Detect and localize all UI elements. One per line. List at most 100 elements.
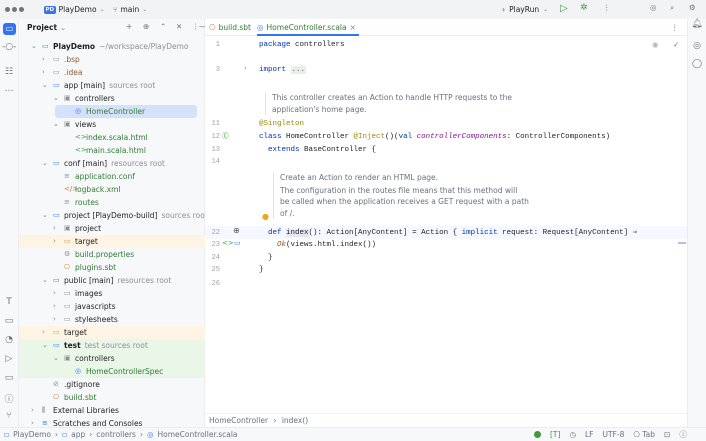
chevron-down-icon[interactable]: ⌄ xyxy=(42,157,48,170)
run-config-selector[interactable]: › PlayRun ⌄ xyxy=(502,4,548,15)
run-tool-icon[interactable]: ▷ xyxy=(2,354,16,364)
expand-all-icon[interactable]: ⌃ xyxy=(160,22,166,31)
git-icon[interactable]: ⑂ xyxy=(2,411,16,421)
ai-status-icon[interactable] xyxy=(534,431,541,438)
tree-item[interactable]: <> index.scala.html xyxy=(19,131,205,144)
chevron-down-icon[interactable]: ⌄ xyxy=(53,92,59,105)
template-gutter-icon[interactable]: <> xyxy=(222,239,234,247)
chevron-down-icon[interactable]: ⌄ xyxy=(42,209,48,222)
ai-assistant-icon[interactable]: ◎ xyxy=(650,3,657,12)
project-view-selector[interactable]: Project ⌄ xyxy=(27,23,66,32)
tree-item[interactable]: ⎔ plugins.sbt xyxy=(19,261,205,274)
tree-item[interactable]: ⊘ .gitignore xyxy=(19,378,205,391)
breadcrumb-class[interactable]: HomeController xyxy=(209,416,268,425)
tree-item[interactable]: › ▭ images xyxy=(19,287,205,300)
structure-icon[interactable]: ☷ xyxy=(2,67,16,77)
tree-item[interactable]: ⌄ ▭ conf [main] resources root xyxy=(19,157,205,170)
tree-item[interactable]: ⌄ ▭ app [main] sources root xyxy=(19,79,205,92)
nav-crumb[interactable]: HomeController.scala xyxy=(157,428,237,441)
line-separator[interactable]: LF xyxy=(585,428,594,441)
project-tool-icon[interactable]: ▭ xyxy=(3,23,16,35)
window-maximize-button[interactable] xyxy=(19,7,24,12)
lock-icon[interactable]: ⊡ xyxy=(664,428,670,441)
chevron-right-icon[interactable]: › xyxy=(31,404,34,417)
tree-item[interactable]: ⌄ ▣ views xyxy=(19,118,205,131)
branch-switcher[interactable]: ⑂ main ⌄ xyxy=(113,4,147,15)
tree-item[interactable]: ⌄ ▭ project [PlayDemo-build] sources root xyxy=(19,209,208,222)
tree-item[interactable]: › ▭ target xyxy=(19,235,205,248)
chevron-right-icon[interactable]: › xyxy=(53,235,56,248)
tree-item[interactable]: › ⫼ External Libraries xyxy=(19,404,205,417)
coverage-icon[interactable]: ◯ xyxy=(690,59,704,69)
tree-item[interactable]: <> main.scala.html xyxy=(19,144,205,157)
problems-icon[interactable]: ⓘ xyxy=(2,392,16,405)
chevron-down-icon[interactable]: ⌄ xyxy=(31,40,37,53)
implemented-gutter-icon[interactable]: Ⓒ xyxy=(222,131,229,141)
terminal-icon[interactable]: ▭ xyxy=(2,373,16,383)
profiler-icon[interactable]: ◔ xyxy=(2,335,16,345)
settings-icon[interactable]: ⚙ xyxy=(689,3,696,12)
chevron-down-icon[interactable]: ⌄ xyxy=(42,274,48,287)
more-tools-icon[interactable]: … xyxy=(2,84,16,94)
notifications-icon[interactable]: 🔔︎ xyxy=(690,19,704,29)
route-gutter-icon[interactable]: ▭ xyxy=(234,239,241,247)
encoding[interactable]: UTF-8 xyxy=(602,428,624,441)
window-close-button[interactable] xyxy=(5,7,10,12)
tree-item[interactable]: › ▭ .bsp xyxy=(19,53,205,66)
chevron-right-icon[interactable]: › xyxy=(42,53,45,66)
project-switcher[interactable]: PD PlayDemo ⌄ xyxy=(44,4,105,15)
inspection-icon[interactable]: ◷ xyxy=(569,428,576,441)
nav-crumb[interactable]: app xyxy=(71,428,85,441)
chevron-right-icon[interactable]: › xyxy=(42,326,45,339)
chevron-right-icon[interactable]: › xyxy=(53,313,56,326)
chevron-down-icon[interactable]: ⌄ xyxy=(53,118,59,131)
tree-item[interactable]: ◎ HomeControllerSpec xyxy=(19,365,205,378)
chevron-right-icon[interactable]: › xyxy=(53,287,56,300)
fold-chevron-icon[interactable]: › xyxy=(244,64,247,72)
tree-item[interactable]: › ▭ target xyxy=(19,326,205,339)
commit-icon[interactable]: -○- xyxy=(2,42,16,52)
tree-item[interactable]: › ▭ javascripts xyxy=(19,300,205,313)
ai-chat-icon[interactable]: ◎ xyxy=(690,41,704,51)
chevron-right-icon[interactable]: › xyxy=(53,300,56,313)
chevron-down-icon[interactable]: ⌄ xyxy=(53,352,59,365)
search-icon[interactable]: ⌕ xyxy=(670,3,674,13)
tree-item[interactable]: ⌄ ▣ controllers xyxy=(19,352,205,365)
tree-item[interactable]: ≡ application.conf xyxy=(19,170,205,183)
tree-item[interactable]: ⌄ ▭ test test sources root xyxy=(19,339,205,352)
problems-icon[interactable]: ⓘ xyxy=(679,428,687,441)
tree-item[interactable]: ⎔ build.sbt xyxy=(19,391,205,404)
add-icon[interactable]: + xyxy=(126,22,132,31)
tree-item[interactable]: ⌄ ▣ controllers xyxy=(19,92,205,105)
chevron-down-icon[interactable]: ⌄ xyxy=(42,79,48,92)
intention-bulb-icon[interactable]: ● xyxy=(262,212,269,221)
tree-item[interactable]: ⌄ ▭ public [main] resources root xyxy=(19,274,205,287)
typing-status[interactable]: [T] xyxy=(550,428,560,441)
chevron-down-icon[interactable]: ⌄ xyxy=(42,339,48,352)
window-minimize-button[interactable] xyxy=(12,7,17,12)
nav-crumb[interactable]: controllers xyxy=(96,428,136,441)
tree-item[interactable]: ≡ routes xyxy=(19,196,205,209)
tree-item[interactable]: › ▣ project xyxy=(19,222,205,235)
nav-crumb[interactable]: PlayDemo xyxy=(13,428,51,441)
chevron-right-icon[interactable]: › xyxy=(53,222,56,235)
folded-imports[interactable]: ... xyxy=(290,66,307,74)
breadcrumb-method[interactable]: index() xyxy=(282,416,308,425)
web-endpoint-icon[interactable]: ⊕ xyxy=(233,226,240,235)
debug-icon[interactable]: ✲ xyxy=(580,3,588,13)
tree-item[interactable]: › ▭ stylesheets xyxy=(19,313,205,326)
tree-item[interactable]: ◎ HomeController xyxy=(19,105,205,118)
run-icon[interactable]: ▷ xyxy=(560,3,568,14)
tree-item[interactable]: ⚙ build.properties xyxy=(19,248,205,261)
indent-widget[interactable]: ⎔ Tab xyxy=(633,428,655,441)
chevron-right-icon[interactable]: › xyxy=(42,66,45,79)
build-icon[interactable]: T xyxy=(2,297,16,307)
more-icon[interactable]: ⋮ xyxy=(603,3,611,12)
collapse-all-icon[interactable]: ✕ xyxy=(176,22,182,31)
tree-item[interactable]: </> logback.xml xyxy=(19,183,205,196)
services-icon[interactable]: ▭ xyxy=(2,316,16,326)
code-area[interactable]: 1 package controllers 3 › import ... Thi… xyxy=(205,19,687,419)
tree-item[interactable]: › ▭ .idea xyxy=(19,66,205,79)
tree-item[interactable]: ⌄ ▭ PlayDemo ~/workspace/PlayDemo xyxy=(19,40,205,53)
locate-icon[interactable]: ⊕ xyxy=(143,22,149,31)
